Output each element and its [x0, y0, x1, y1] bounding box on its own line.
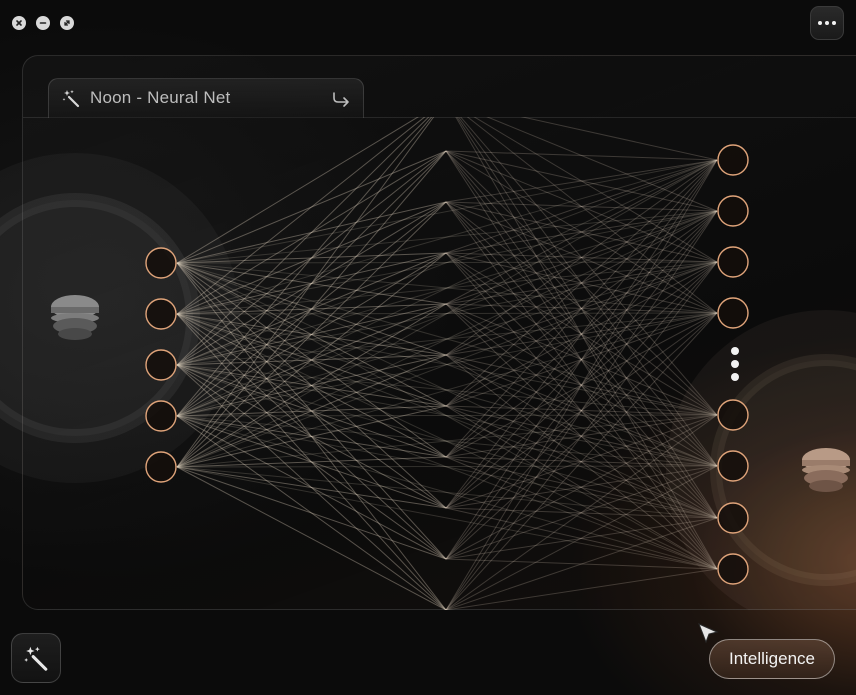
magic-wand-icon	[62, 90, 80, 108]
more-horizontal-icon	[818, 21, 822, 25]
intelligence-button-label: Intelligence	[728, 649, 815, 668]
input-node-4[interactable]	[145, 400, 177, 432]
neural-net-screen: Noon - Neural Net Intelligence	[0, 0, 856, 695]
document-tab[interactable]: Noon - Neural Net	[48, 78, 364, 118]
input-node-5[interactable]	[145, 451, 177, 483]
intelligence-button[interactable]: Intelligence	[709, 639, 835, 679]
magic-tool-button[interactable]	[11, 633, 61, 683]
output-node-1[interactable]	[717, 144, 749, 176]
expand-icon[interactable]	[60, 16, 74, 30]
input-node-2[interactable]	[145, 298, 177, 330]
output-node-6[interactable]	[717, 450, 749, 482]
output-node-8[interactable]	[717, 553, 749, 585]
magic-wand-icon	[24, 646, 48, 671]
output-node-3[interactable]	[717, 246, 749, 278]
output-node-5[interactable]	[717, 399, 749, 431]
output-node-7[interactable]	[717, 502, 749, 534]
more-options-button[interactable]	[810, 6, 844, 40]
return-arrow-icon[interactable]	[331, 89, 351, 109]
minimize-icon[interactable]	[36, 16, 50, 30]
output-node-2[interactable]	[717, 195, 749, 227]
input-node-1[interactable]	[145, 247, 177, 279]
input-node-3[interactable]	[145, 349, 177, 381]
output-node-4[interactable]	[717, 297, 749, 329]
window-controls	[12, 16, 74, 30]
tab-title: Noon - Neural Net	[90, 88, 231, 107]
close-icon[interactable]	[12, 16, 26, 30]
